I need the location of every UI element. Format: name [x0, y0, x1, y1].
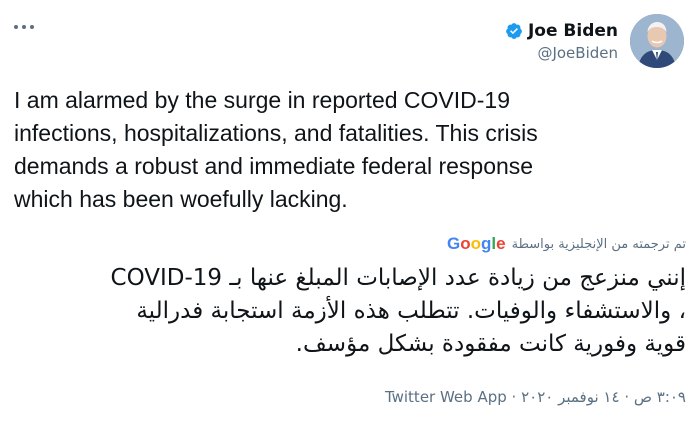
google-logo[interactable]: Google	[447, 234, 506, 254]
tweet-meta[interactable]: ٣:٠٩ ص · ١٤ نوفمبر ٢٠٢٠ · Twitter Web Ap…	[385, 388, 686, 406]
author-names: Joe Biden @JoeBiden	[505, 21, 618, 62]
translated-tweet-text: إنني منزعج من زيادة عدد الإصابات المبلغ …	[110, 265, 686, 357]
tweet-text: I am alarmed by the surge in reported CO…	[14, 87, 538, 212]
author-display-name[interactable]: Joe Biden	[528, 21, 618, 41]
display-name-row: Joe Biden	[505, 21, 618, 41]
profile-photo-icon	[630, 14, 684, 68]
translation-attribution: تم ترجمته من الإنجليزية بواسطة Google	[447, 234, 686, 254]
tweet-author[interactable]: Joe Biden @JoeBiden	[505, 14, 684, 68]
dot	[30, 25, 34, 29]
avatar[interactable]	[630, 14, 684, 68]
more-options-icon[interactable]	[14, 20, 42, 34]
dot	[14, 25, 18, 29]
verified-badge-icon	[506, 22, 522, 39]
translated-by-label: تم ترجمته من الإنجليزية بواسطة	[511, 236, 686, 252]
dot	[22, 25, 26, 29]
author-handle[interactable]: @JoeBiden	[537, 44, 618, 62]
